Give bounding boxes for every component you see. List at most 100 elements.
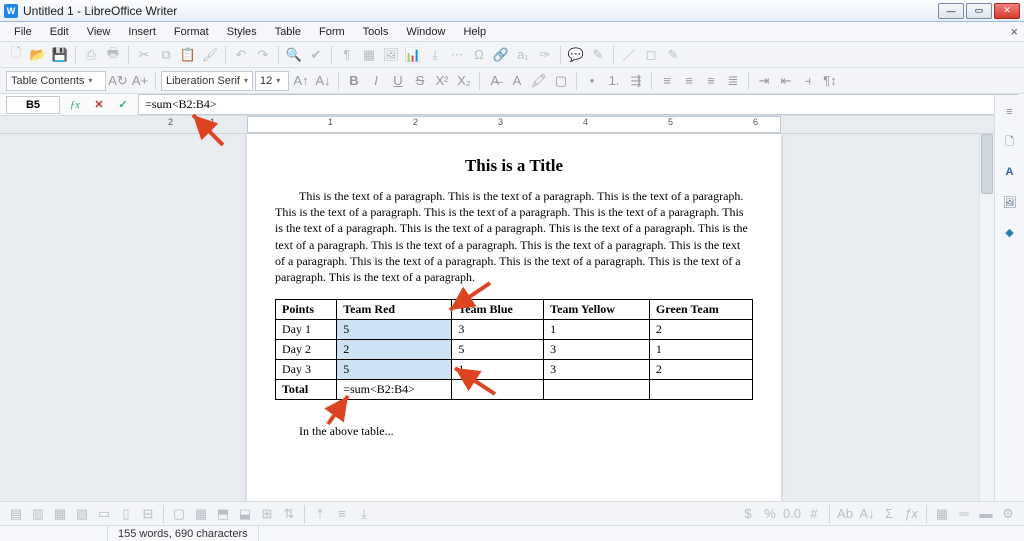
menu-styles[interactable]: Styles — [219, 24, 265, 40]
align-bottom-icon[interactable]: ⤓ — [354, 504, 374, 524]
header-team-yellow[interactable]: Team Yellow — [544, 300, 650, 320]
cell-day3[interactable]: Day 3 — [276, 360, 337, 380]
cell-d3[interactable]: 3 — [544, 340, 650, 360]
numbering-icon[interactable]: 1. — [604, 71, 624, 91]
cut-icon[interactable]: ✂ — [134, 45, 154, 65]
menu-table[interactable]: Table — [267, 24, 309, 40]
cell-d4[interactable]: 3 — [544, 360, 650, 380]
border-color-icon[interactable]: ▬ — [976, 504, 996, 524]
function-wizard-icon[interactable]: ƒx — [66, 99, 84, 111]
formula-accept-icon[interactable]: ✓ — [114, 98, 132, 111]
clone-format-icon[interactable]: 🖌 — [200, 45, 220, 65]
scrollbar-thumb[interactable] — [981, 134, 993, 194]
line-spacing-icon[interactable]: ⫞ — [798, 71, 818, 91]
shrink-font-icon[interactable]: A↓ — [313, 71, 333, 91]
delete-row-icon[interactable]: ▭ — [94, 504, 114, 524]
header-team-red[interactable]: Team Red — [337, 300, 452, 320]
gallery-panel-icon[interactable]: 🖼 — [999, 191, 1021, 213]
split-table-icon[interactable]: ⊞ — [257, 504, 277, 524]
currency-icon[interactable]: $ — [738, 504, 758, 524]
header-points[interactable]: Points — [276, 300, 337, 320]
decimal-icon[interactable]: 0.0 — [782, 504, 802, 524]
hyperlink-icon[interactable]: 🔗 — [491, 45, 511, 65]
header-team-blue[interactable]: Team Blue — [452, 300, 544, 320]
cell-c5[interactable] — [452, 380, 544, 400]
cell-e5[interactable] — [649, 380, 752, 400]
formula-icon[interactable]: ƒx — [901, 504, 921, 524]
minimize-button[interactable]: — — [938, 3, 964, 19]
cell-reference[interactable]: B5 — [6, 96, 60, 114]
font-size-dropdown[interactable]: 12▾ — [255, 71, 289, 91]
cell-c4[interactable]: 1 — [452, 360, 544, 380]
align-top-icon[interactable]: ⤒ — [310, 504, 330, 524]
cell-b2[interactable]: 5 — [337, 320, 452, 340]
new-style-icon[interactable]: A+ — [130, 71, 150, 91]
clear-format-icon[interactable]: A̶ — [485, 71, 505, 91]
vertical-scrollbar[interactable] — [979, 134, 994, 501]
align-right-icon[interactable]: ≡ — [701, 71, 721, 91]
status-page[interactable] — [0, 526, 108, 541]
delete-col-icon[interactable]: ▯ — [116, 504, 136, 524]
maximize-button[interactable]: ▭ — [966, 3, 992, 19]
export-pdf-icon[interactable]: ⎙ — [81, 45, 101, 65]
cell-day1[interactable]: Day 1 — [276, 320, 337, 340]
close-button[interactable]: ✕ — [994, 3, 1020, 19]
line-icon[interactable]: ／ — [619, 45, 639, 65]
cell-e4[interactable]: 2 — [649, 360, 752, 380]
track-changes-icon[interactable]: ✎ — [588, 45, 608, 65]
special-char-icon[interactable]: Ω — [469, 45, 489, 65]
select-cell-icon[interactable]: ▢ — [169, 504, 189, 524]
table-properties-icon[interactable]: ⚙ — [998, 504, 1018, 524]
insert-image-icon[interactable]: 🖼 — [381, 45, 401, 65]
navigator-panel-icon[interactable]: ◆ — [999, 221, 1021, 243]
horizontal-ruler[interactable]: 1 2 1 2 3 4 5 6 — [247, 116, 781, 133]
bold-icon[interactable]: B — [344, 71, 364, 91]
menu-edit[interactable]: Edit — [42, 24, 77, 40]
bullets-icon[interactable]: • — [582, 71, 602, 91]
menu-insert[interactable]: Insert — [120, 24, 164, 40]
properties-panel-icon[interactable]: ≡ — [999, 101, 1021, 123]
menu-file[interactable]: File — [6, 24, 40, 40]
justify-icon[interactable]: ≣ — [723, 71, 743, 91]
outline-icon[interactable]: ⇶ — [626, 71, 646, 91]
insert-row-above-icon[interactable]: ▤ — [6, 504, 26, 524]
borders-icon[interactable]: ▦ — [932, 504, 952, 524]
cell-b4[interactable]: 5 — [337, 360, 452, 380]
menu-window[interactable]: Window — [398, 24, 453, 40]
copy-icon[interactable]: ⧉ — [156, 45, 176, 65]
highlight-icon[interactable]: 🖍 — [529, 71, 549, 91]
sort-icon[interactable]: A↓ — [857, 504, 877, 524]
number-format-icon[interactable]: # — [804, 504, 824, 524]
cell-e3[interactable]: 1 — [649, 340, 752, 360]
subscript-icon[interactable]: X₂ — [454, 71, 474, 91]
document-page[interactable]: This is a Title This is the text of a pa… — [247, 134, 781, 501]
insert-row-below-icon[interactable]: ▥ — [28, 504, 48, 524]
spellcheck-icon[interactable]: ✔ — [306, 45, 326, 65]
delete-table-icon[interactable]: ⊟ — [138, 504, 158, 524]
para-spacing-icon[interactable]: ¶↕ — [820, 71, 840, 91]
cell-d5[interactable] — [544, 380, 650, 400]
print-icon[interactable]: 🖶 — [103, 45, 123, 65]
menu-help[interactable]: Help — [455, 24, 494, 40]
menu-form[interactable]: Form — [311, 24, 353, 40]
nonprinting-icon[interactable]: ¶ — [337, 45, 357, 65]
menu-tools[interactable]: Tools — [355, 24, 397, 40]
footnote-icon[interactable]: a₁ — [513, 45, 533, 65]
merge-cells-icon[interactable]: ⬒ — [213, 504, 233, 524]
cell-day2[interactable]: Day 2 — [276, 340, 337, 360]
styles-panel-icon[interactable]: A — [999, 161, 1021, 183]
formula-input[interactable]: =sum<B2:B4> — [138, 94, 1018, 115]
field-icon[interactable]: ⋯ — [447, 45, 467, 65]
insert-col-right-icon[interactable]: ▧ — [72, 504, 92, 524]
menu-view[interactable]: View — [79, 24, 119, 40]
align-left-icon[interactable]: ≡ — [657, 71, 677, 91]
cell-total-label[interactable]: Total — [276, 380, 337, 400]
table-caption-icon[interactable]: Ab — [835, 504, 855, 524]
font-color-icon[interactable]: A — [507, 71, 527, 91]
border-style-icon[interactable]: ═ — [954, 504, 974, 524]
draw-icon[interactable]: ✎ — [663, 45, 683, 65]
align-center-icon[interactable]: ≡ — [679, 71, 699, 91]
font-name-dropdown[interactable]: Liberation Serif▾ — [161, 71, 253, 91]
page-panel-icon[interactable]: 🗋 — [999, 131, 1021, 153]
update-style-icon[interactable]: A↻ — [108, 71, 128, 91]
